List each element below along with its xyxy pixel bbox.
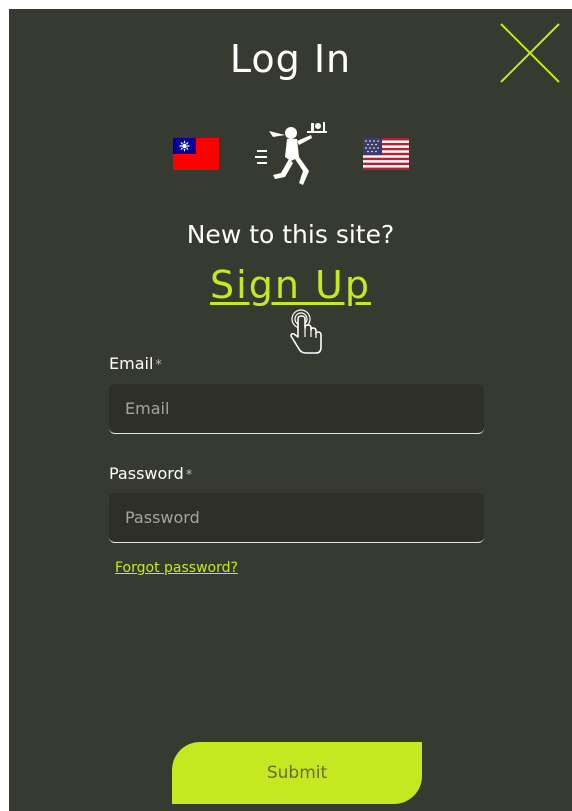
dialog-title: Log In bbox=[229, 37, 352, 81]
sign-up-link[interactable]: Sign Up bbox=[9, 263, 572, 307]
password-field[interactable] bbox=[109, 493, 484, 543]
new-to-site-text: New to this site? bbox=[186, 220, 395, 249]
waiter-mascot-logo bbox=[255, 122, 327, 185]
hand-pointer-icon bbox=[290, 309, 322, 354]
email-label-text: Email bbox=[109, 354, 154, 373]
submit-button[interactable]: Submit bbox=[172, 742, 422, 804]
forgot-password-link[interactable]: Forgot password? bbox=[115, 560, 238, 576]
us-flag-icon[interactable] bbox=[363, 138, 409, 170]
password-required-mark: * bbox=[185, 468, 193, 483]
email-field[interactable] bbox=[109, 384, 484, 434]
email-required-mark: * bbox=[155, 358, 162, 373]
password-label: Password * bbox=[109, 464, 192, 483]
taiwan-flag-icon[interactable] bbox=[173, 138, 219, 170]
password-label-text: Password bbox=[109, 464, 184, 483]
email-label: Email * bbox=[109, 354, 162, 373]
close-icon[interactable] bbox=[499, 22, 561, 84]
login-dialog: Log In New to this site? Sign Up Email *… bbox=[9, 9, 572, 811]
